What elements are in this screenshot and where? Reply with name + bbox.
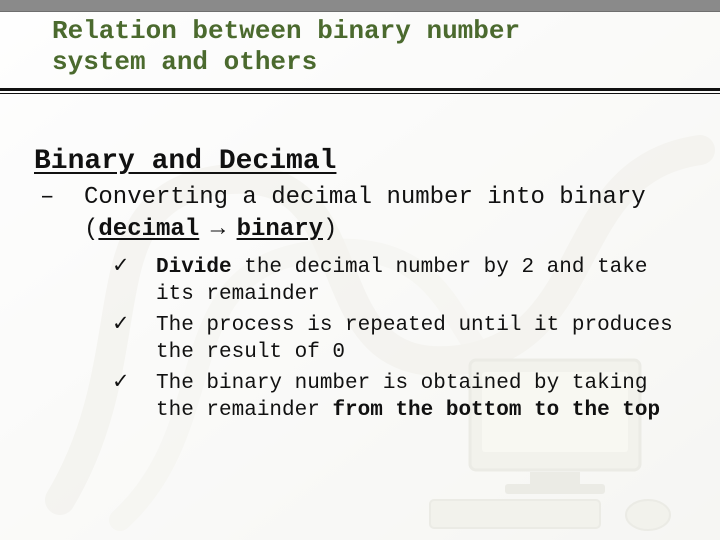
top-bar	[0, 0, 720, 12]
list-item: ✓The process is repeated until it produc…	[156, 311, 686, 367]
section-heading: Binary and Decimal	[34, 146, 686, 177]
subheading: –Converting a decimal number into binary…	[34, 183, 686, 245]
sub-suffix: )	[323, 216, 337, 243]
item-text: The process is repeated until it produce…	[156, 314, 673, 364]
sub-to: binary	[237, 216, 323, 243]
slide-title: Relation between binary number system an…	[0, 12, 720, 88]
title-line-2: system and others	[52, 47, 317, 77]
sub-from: decimal	[98, 216, 199, 243]
item-bold: from the bottom to the top	[332, 399, 660, 422]
check-icon: ✓	[134, 311, 156, 338]
title-line-1: Relation between binary number	[52, 16, 520, 46]
check-list: ✓Divide the decimal number by 2 and take…	[34, 253, 686, 424]
check-icon: ✓	[134, 253, 156, 280]
arrow-icon: →	[199, 214, 236, 241]
dash-bullet: –	[62, 183, 84, 213]
item-bold: Divide	[156, 256, 232, 279]
check-icon: ✓	[134, 369, 156, 396]
list-item: ✓The binary number is obtained by taking…	[156, 369, 686, 425]
list-item: ✓Divide the decimal number by 2 and take…	[156, 253, 686, 309]
content-area: Binary and Decimal –Converting a decimal…	[0, 94, 720, 424]
